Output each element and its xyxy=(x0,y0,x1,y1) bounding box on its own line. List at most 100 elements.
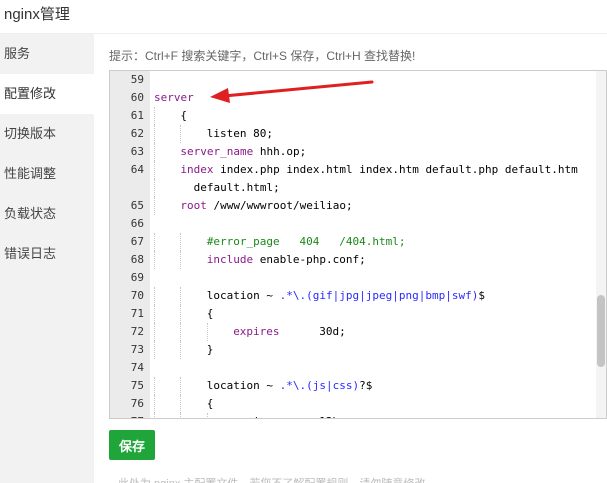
indent-guide xyxy=(154,161,155,179)
footer-note: 此处为 nginx 主配置文件，若您不了解配置规则，请勿随意修改。 xyxy=(118,475,436,483)
code-line: 73} xyxy=(110,341,606,359)
code-token: expires xyxy=(233,325,280,338)
line-number: 77 xyxy=(110,413,144,418)
indent-guide xyxy=(154,179,155,197)
code-token: 30d; xyxy=(279,325,346,338)
line-number: 69 xyxy=(130,271,144,284)
line-code: default.html; xyxy=(194,179,280,197)
line-code: expires 30d; xyxy=(233,323,346,341)
code-line: 74 xyxy=(110,359,606,377)
line-number: 68 xyxy=(130,253,144,266)
indent-guide xyxy=(154,143,155,161)
indent-guide xyxy=(180,395,182,413)
line-number: 75 xyxy=(130,379,144,392)
indent-guide xyxy=(154,413,155,418)
line-code: index index.php index.html index.htm def… xyxy=(180,161,577,179)
line-code: } xyxy=(207,341,214,359)
code-token: root xyxy=(180,199,207,212)
code-line: 75 location ~ .*\.(js|css)?$ xyxy=(110,377,606,395)
code-token: .*\.(gif|jpg|jpeg|png|bmp|swf) xyxy=(279,289,479,302)
indent-guide xyxy=(180,341,182,359)
code-token: default.html; xyxy=(193,181,280,194)
title-bar: nginx管理 xyxy=(0,0,607,34)
code-token: expires 12h; xyxy=(233,415,346,418)
line-number: 67 xyxy=(130,235,144,248)
code-line: 72 expires 30d; xyxy=(110,323,606,341)
code-token: include xyxy=(206,253,254,266)
sidebar-item-switch-version[interactable]: 切换版本 xyxy=(0,114,94,154)
line-code: root /www/wwwroot/weiliao; xyxy=(180,197,352,215)
indent-guide xyxy=(154,251,155,269)
code-line: 65 root /www/wwwroot/weiliao; xyxy=(110,197,606,215)
line-code: #error_page 404 /404.html; xyxy=(207,233,406,251)
code-token: ?$ xyxy=(359,379,373,392)
indent-guide xyxy=(180,287,182,305)
code-token: index xyxy=(180,163,214,176)
code-line: 64 index index.php index.html index.htm d… xyxy=(110,161,606,179)
indent-guide xyxy=(206,413,208,418)
line-code: server_name hhh.op; xyxy=(180,143,306,161)
code-line: 67 #error_page 404 /404.html; xyxy=(110,233,606,251)
sidebar-item-performance[interactable]: 性能调整 xyxy=(0,154,94,194)
app-title: nginx管理 xyxy=(4,6,70,23)
indent-guide xyxy=(154,341,155,359)
indent-guide xyxy=(180,377,182,395)
indent-guide xyxy=(180,251,182,269)
line-number: 64 xyxy=(130,163,144,176)
code-token: server_name xyxy=(180,145,254,158)
line-code: { xyxy=(207,305,214,323)
indent-guide xyxy=(154,395,155,413)
sidebar-item-error-log[interactable]: 错误日志 xyxy=(0,234,94,274)
indent-guide xyxy=(154,233,155,251)
code-editor[interactable]: 59 60 server 61{62 listen 80; 63 server_name h… xyxy=(109,70,607,419)
code-line: 66 xyxy=(110,215,606,233)
line-code: { xyxy=(207,395,214,413)
code-line: default.html; xyxy=(110,179,606,197)
line-number: 65 xyxy=(130,199,144,212)
line-number: 63 xyxy=(130,145,144,158)
code-token: location ~ xyxy=(206,379,280,392)
line-number: 70 xyxy=(130,289,144,302)
scrollbar-thumb[interactable] xyxy=(597,295,605,367)
indent-guide xyxy=(206,323,208,341)
line-number: 72 xyxy=(130,325,144,338)
code-line: 71 { xyxy=(110,305,606,323)
indent-guide xyxy=(154,323,155,341)
line-number: 71 xyxy=(130,307,144,320)
line-number: 73 xyxy=(130,343,144,356)
indent-guide xyxy=(180,233,182,251)
code-line: 69 xyxy=(110,269,606,287)
shortcut-tip: 提示：Ctrl+F 搜索关键字，Ctrl+S 保存，Ctrl+H 查找替换! xyxy=(109,49,416,63)
code-line: 76 { xyxy=(110,395,606,413)
sidebar-item-load-status[interactable]: 负载状态 xyxy=(0,194,94,234)
line-number: 76 xyxy=(130,397,144,410)
red-arrow-annotation xyxy=(210,80,374,103)
indent-guide xyxy=(154,197,155,215)
save-button[interactable]: 保存 xyxy=(109,430,155,460)
code-token: enable-php.conf; xyxy=(253,253,366,266)
editor-scrollbar[interactable] xyxy=(596,71,606,418)
code-token: { xyxy=(206,307,214,320)
code-token: location ~ xyxy=(206,289,280,302)
sidebar: 服务 配置修改 切换版本 性能调整 负载状态 错误日志 xyxy=(0,34,94,483)
sidebar-item-config-edit[interactable]: 配置修改 xyxy=(0,74,94,114)
sidebar-item-service[interactable]: 服务 xyxy=(0,34,94,74)
code-token: index.php index.html index.htm default.p… xyxy=(213,163,578,176)
code-line: 70 location ~ .*\.(gif|jpg|jpeg|png|bmp|s… xyxy=(110,287,606,305)
code-line: 63 server_name hhh.op; xyxy=(110,143,606,161)
indent-guide xyxy=(154,305,155,323)
code-line: 68 include enable-php.conf; xyxy=(110,251,606,269)
indent-guide xyxy=(154,377,155,395)
line-code: include enable-php.conf; xyxy=(207,251,366,269)
line-number: 74 xyxy=(130,361,144,374)
indent-guide xyxy=(180,323,182,341)
code-token: $ xyxy=(478,289,485,302)
indent-guide xyxy=(180,413,182,418)
line-code: location ~ .*\.(js|css)?$ xyxy=(207,377,373,395)
code-token: hhh.op; xyxy=(253,145,307,158)
code-token: } xyxy=(206,343,214,356)
code-token: /www/wwwroot/weiliao; xyxy=(206,199,353,212)
line-code: expires 12h; xyxy=(233,413,346,418)
code-token: #error_page 404 /404.html; xyxy=(206,235,406,248)
indent-guide xyxy=(154,287,155,305)
